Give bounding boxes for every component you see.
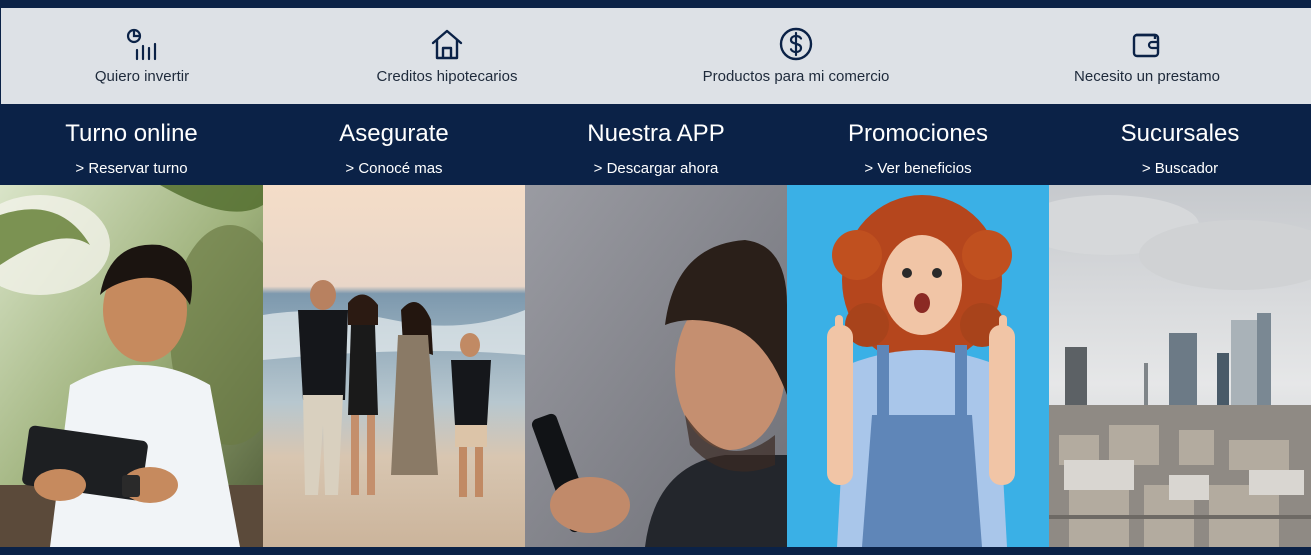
feature-link-descargar-ahora[interactable]: > Descargar ahora <box>525 160 787 177</box>
bottom-bar <box>0 547 1311 555</box>
feature-title: Promociones <box>847 120 989 147</box>
feature-asegurate[interactable]: Asegurate > Conocé mas <box>263 104 525 185</box>
wallet-icon <box>1132 33 1160 58</box>
quick-link-label: Necesito un prestamo <box>1074 68 1220 85</box>
feature-promociones[interactable]: Promociones > Ver beneficios <box>787 104 1049 185</box>
feature-link-conoce-mas[interactable]: > Conocé mas <box>263 160 525 177</box>
investment-chart-icon <box>126 28 157 61</box>
feature-title: Sucursales <box>1120 120 1240 147</box>
photo-man-with-phone[interactable] <box>525 185 787 547</box>
quick-link-loan[interactable]: Necesito un prestamo <box>1056 8 1238 104</box>
quick-link-mortgage[interactable]: Creditos hipotecarios <box>347 8 547 104</box>
quick-link-invest[interactable]: Quiero invertir <box>51 8 233 104</box>
feature-photos <box>0 185 1311 547</box>
feature-title: Asegurate <box>339 120 449 147</box>
feature-turno-online[interactable]: Turno online > Reservar turno <box>0 104 263 185</box>
feature-title: Nuestra APP <box>587 120 725 147</box>
top-bar <box>0 0 1311 8</box>
dollar-coin-icon <box>779 27 813 61</box>
photo-man-with-tablet[interactable] <box>0 185 263 547</box>
photo-surprised-woman[interactable] <box>787 185 1049 547</box>
feature-nuestra-app[interactable]: Nuestra APP > Descargar ahora <box>525 104 787 185</box>
feature-link-reservar-turno[interactable]: > Reservar turno <box>0 160 263 177</box>
photo-family-on-beach[interactable] <box>263 185 525 547</box>
quick-link-business[interactable]: Productos para mi comercio <box>687 8 905 104</box>
feature-link-ver-beneficios[interactable]: > Ver beneficios <box>787 160 1049 177</box>
feature-link-buscador[interactable]: > Buscador <box>1049 160 1311 177</box>
quick-link-label: Creditos hipotecarios <box>376 68 518 85</box>
house-icon <box>431 29 463 60</box>
quick-link-label: Quiero invertir <box>94 68 190 85</box>
photo-city-skyline[interactable] <box>1049 185 1311 547</box>
quick-links-bar: Quiero invertir Creditos hipotecarios Pr… <box>1 8 1311 104</box>
quick-link-label: Productos para mi comercio <box>702 68 890 85</box>
feature-sucursales[interactable]: Sucursales > Buscador <box>1049 104 1311 185</box>
features-band: Turno online > Reservar turno Asegurate … <box>0 104 1311 185</box>
feature-title: Turno online <box>65 120 198 147</box>
